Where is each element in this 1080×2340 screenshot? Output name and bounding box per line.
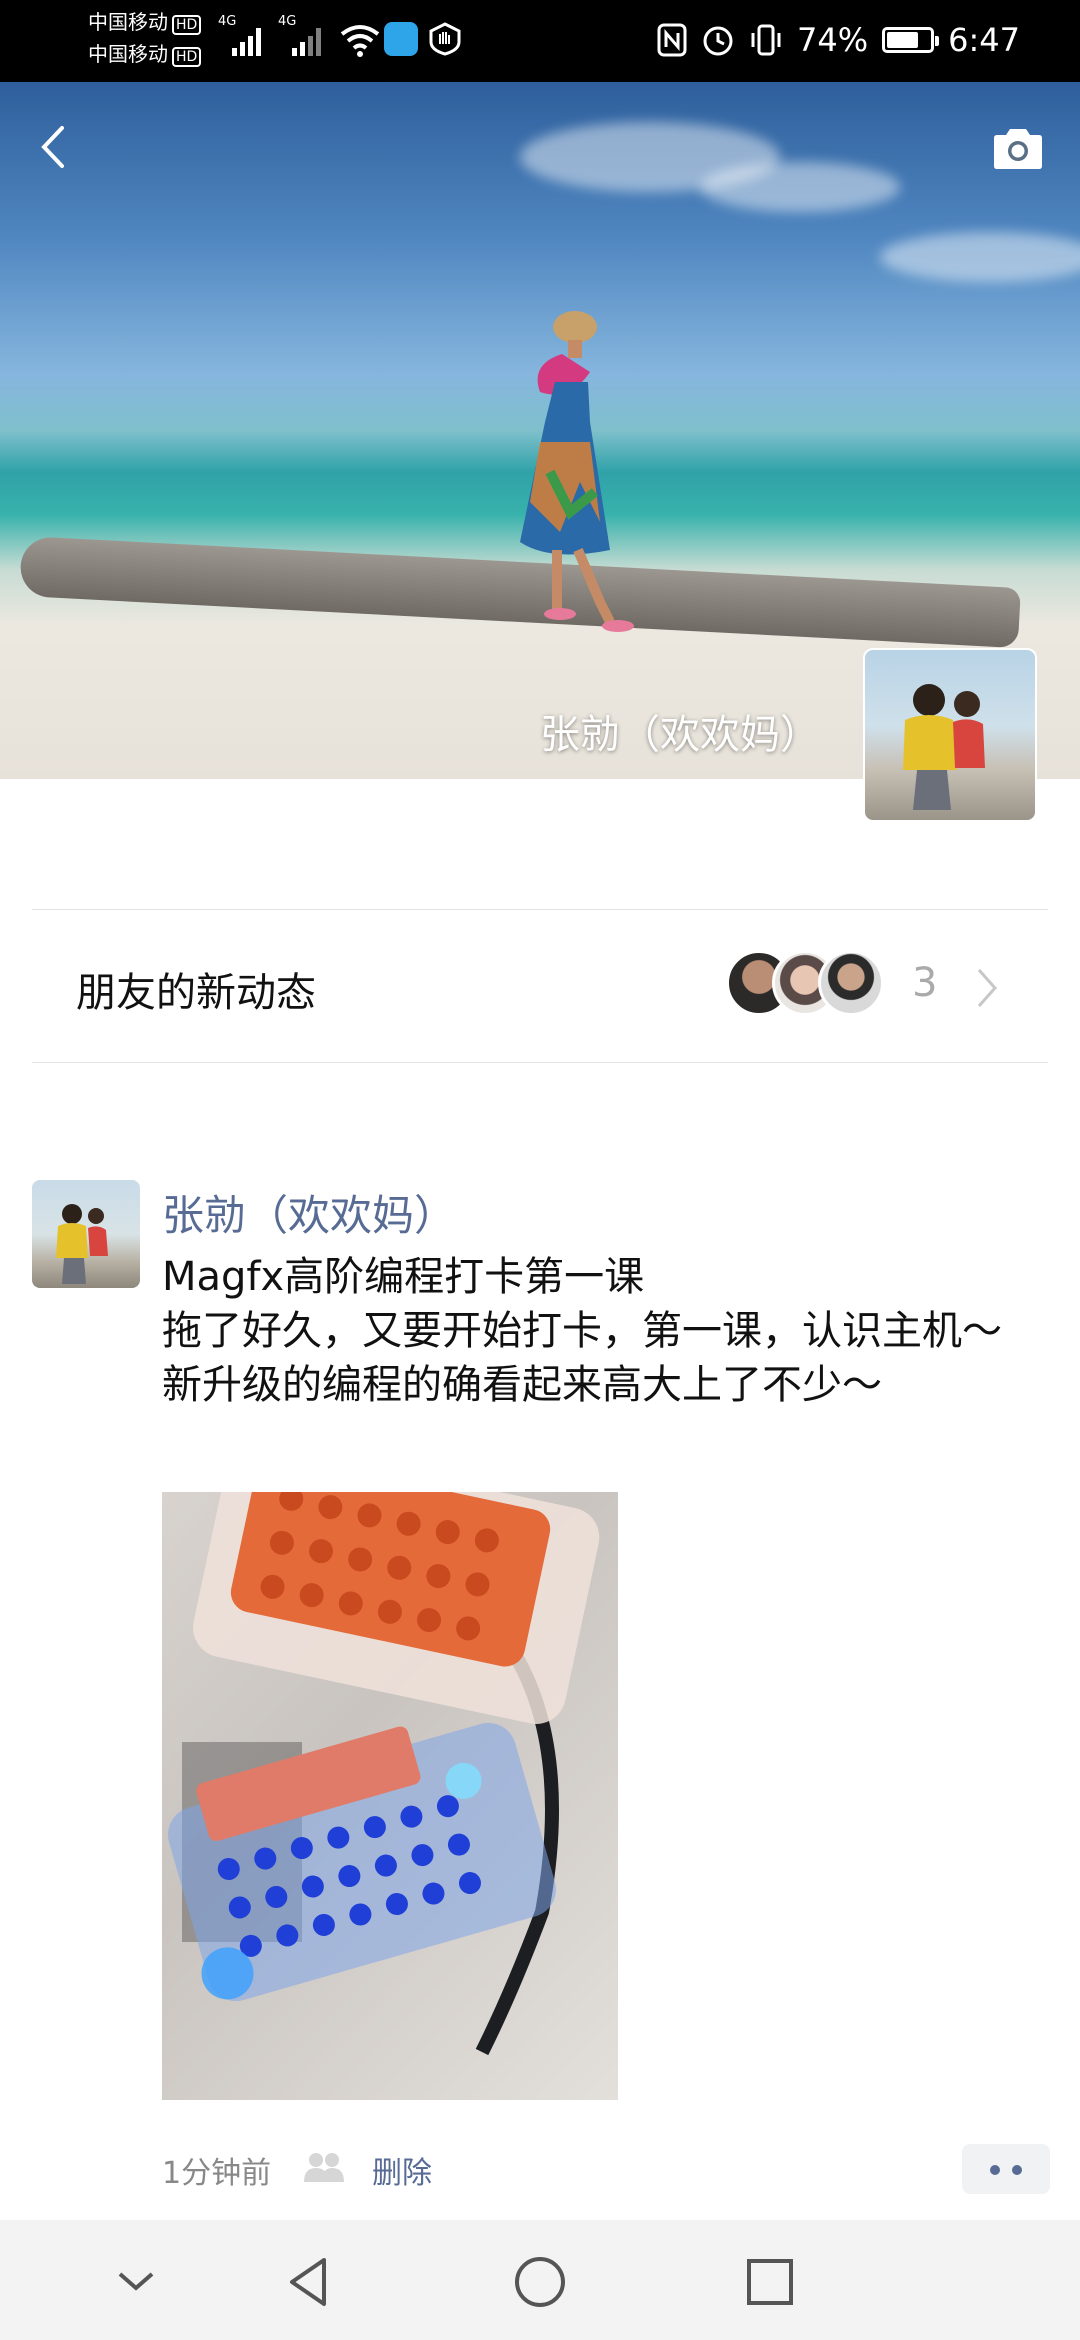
home-circle-icon[interactable]: [510, 2252, 570, 2312]
hand-shield-icon: [429, 22, 461, 56]
app-notification-icon: [384, 22, 418, 56]
cover-user-name: 张勍（欢欢妈）: [540, 712, 820, 758]
friend-avatar-3: [818, 950, 884, 1016]
post-author-avatar[interactable]: [32, 1180, 140, 1288]
recents-square-icon[interactable]: [740, 2252, 800, 2312]
carrier-2-label: 中国移动: [88, 42, 168, 66]
friend-avatars: [726, 950, 886, 1018]
clock: 6:47: [948, 21, 1020, 59]
hd-badge-1: HD: [172, 15, 202, 35]
back-triangle-icon[interactable]: [280, 2252, 340, 2312]
woman-on-beach: [520, 311, 634, 632]
post-image-photo: [168, 1492, 600, 2056]
hd-badge-2: HD: [172, 47, 202, 67]
nfc-icon: [657, 23, 687, 57]
battery-icon: [882, 27, 940, 53]
divider: [32, 1062, 1048, 1063]
wifi-icon: [340, 25, 380, 57]
carrier-1: 中国移动 HD: [88, 10, 202, 35]
system-nav-bar: [0, 2220, 1080, 2340]
chevron-down-icon[interactable]: [106, 2252, 166, 2312]
vibrate-icon: [751, 24, 781, 56]
camera-icon[interactable]: [990, 126, 1046, 170]
chevron-right-icon: [977, 969, 998, 1007]
friend-updates-count: 3: [912, 960, 938, 1006]
friend-updates-label: 朋友的新动态: [76, 970, 316, 1016]
post-text: Magfx高阶编程打卡第一课 拖了好久，又要开始打卡，第一课，认识主机～新升级的…: [162, 1254, 1002, 1408]
more-actions-button[interactable]: [962, 2144, 1050, 2194]
status-right-group: 74% 6:47: [657, 18, 1020, 62]
cloud: [700, 162, 900, 212]
post-image[interactable]: [162, 1492, 618, 2100]
delete-button[interactable]: 删除: [372, 2148, 432, 2192]
profile-avatar[interactable]: [863, 648, 1037, 822]
visibility-users-icon[interactable]: [302, 2150, 346, 2184]
more-dot-2: [1012, 2165, 1022, 2175]
more-dot-1: [990, 2165, 1000, 2175]
carrier-2: 中国移动 HD: [88, 42, 202, 67]
alarm-icon: [703, 26, 733, 56]
cloud: [880, 232, 1080, 282]
friend-updates-row[interactable]: 朋友的新动态 3: [0, 910, 1080, 1062]
profile-avatar-photo: [903, 684, 985, 810]
carrier-1-label: 中国移动: [88, 10, 168, 34]
chevron-left-icon[interactable]: [34, 122, 74, 172]
post-author-avatar-photo: [56, 1204, 108, 1284]
battery-percent: 74%: [797, 21, 869, 59]
status-bar: 中国移动 HD 中国移动 HD 4G 4G 74% 6:47: [0, 0, 1080, 82]
post-author-name[interactable]: 张勍（欢欢妈）: [162, 1182, 456, 1243]
post-time: 1分钟前: [162, 2156, 272, 2191]
